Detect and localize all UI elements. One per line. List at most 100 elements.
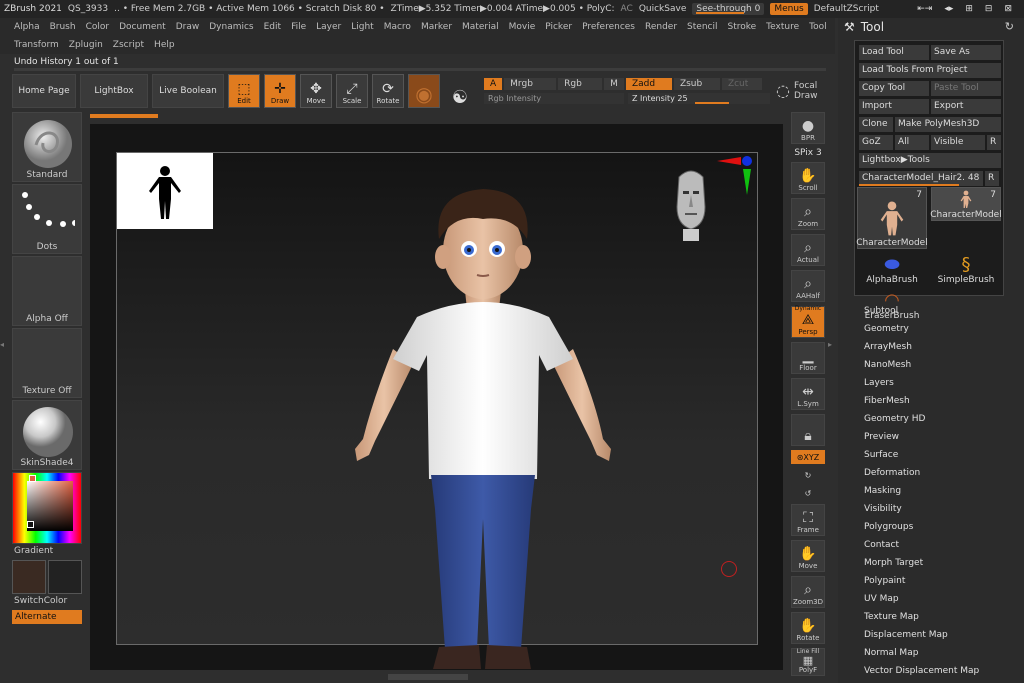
rotate-y-icon[interactable]: ↻ [791,468,825,482]
home-page-button[interactable]: Home Page [12,74,76,108]
menu-layer[interactable]: Layer [312,18,345,36]
floor-button[interactable]: ▁ Floor [791,342,825,374]
menu-tool[interactable]: Tool [805,18,830,36]
subpalette-masking[interactable]: Masking [864,482,979,500]
subpalette-subtool[interactable]: Subtool [864,302,979,320]
subpalette-nanomesh[interactable]: NanoMesh [864,356,979,374]
navigation-thumbnail[interactable] [117,153,213,229]
menu-movie[interactable]: Movie [505,18,540,36]
subpalette-fibermesh[interactable]: FiberMesh [864,392,979,410]
tool-thumb-character-model[interactable]: 7 CharacterModel [856,187,928,249]
save-as-button[interactable]: Save As [931,45,1001,60]
zadd-button[interactable]: Zadd [625,78,672,90]
menu-draw[interactable]: Draw [172,18,204,36]
document-tab[interactable] [90,114,158,118]
edit-button[interactable]: ⬚ Edit [228,74,260,108]
material-picker[interactable]: SkinShade4 [12,400,82,470]
r-button-2[interactable]: R [985,171,999,186]
menu-material[interactable]: Material [458,18,503,36]
right-tray-collapse-icon[interactable]: ▸ [828,340,832,349]
export-button[interactable]: Export [931,99,1001,114]
rotate-z-icon[interactable]: ↺ [791,486,825,500]
layout-icon[interactable]: ⊞ [965,4,973,14]
default-zscript-button[interactable]: DefaultZScript [814,4,879,14]
subpalette-displacement-map[interactable]: Displacement Map [864,626,979,644]
paste-tool-button[interactable]: Paste Tool [931,81,1001,96]
tool-thumb-alphabrush[interactable]: ⬬ AlphaBrush [857,251,927,285]
subpalette-vector-displacement-map[interactable]: Vector Displacement Map [864,662,979,680]
persp-button[interactable]: Dynamic ⟁ Persp [791,305,825,338]
rgb-intensity-slider[interactable]: Rgb Intensity [484,93,624,104]
tool-palette-title[interactable]: ⚒ Tool [844,20,884,34]
undo-history-slider[interactable] [14,68,826,71]
menu-color[interactable]: Color [82,18,114,36]
menu-help[interactable]: Help [150,36,179,54]
main-color-swatch[interactable] [12,560,46,594]
menu-stroke[interactable]: Stroke [723,18,760,36]
subpalette-morph-target[interactable]: Morph Target [864,554,979,572]
r-button[interactable]: R [987,135,1001,150]
material-swatch-button[interactable]: ◉ [408,74,440,108]
goz-button[interactable]: GoZ [859,135,893,150]
polyf-button[interactable]: Line Fill ▦ PolyF [791,648,825,676]
visible-button[interactable]: Visible [931,135,985,150]
texture-picker[interactable]: Texture Off [12,328,82,398]
lsym-button[interactable]: ⇹ L.Sym [791,378,825,410]
rotate-button[interactable]: ⟳ Rotate [372,74,404,108]
menu-zscript[interactable]: Zscript [109,36,148,54]
alternate-button[interactable]: Alternate [12,610,82,624]
menu-render[interactable]: Render [641,18,681,36]
bottom-shelf-handle[interactable] [388,674,468,680]
menu-dynamics[interactable]: Dynamics [205,18,257,36]
menu-zplugin[interactable]: Zplugin [65,36,107,54]
menu-light[interactable]: Light [347,18,377,36]
menu-brush[interactable]: Brush [46,18,80,36]
zcut-button[interactable]: Zcut [721,78,762,90]
draw-size-label[interactable]: Draw [794,91,818,101]
move-button[interactable]: ✥ Move [300,74,332,108]
subpalette-deformation[interactable]: Deformation [864,464,979,482]
subpalette-arraymesh[interactable]: ArrayMesh [864,338,979,356]
copy-tool-button[interactable]: Copy Tool [859,81,929,96]
subpalette-geometry-hd[interactable]: Geometry HD [864,410,979,428]
lightbox-tools-button[interactable]: Lightbox▶Tools [859,153,1001,168]
lock-button[interactable]: 🔒︎ [791,414,825,446]
head-navigation-icon[interactable] [673,167,709,245]
tool-thumb-character-model-2[interactable]: 7 CharacterModel [930,187,1002,221]
spix-slider[interactable]: SPix 3 [794,148,821,158]
focal-label[interactable]: Focal [794,81,818,91]
rgb-button[interactable]: Rgb [558,78,603,90]
m-button[interactable]: M [604,78,624,90]
focal-shift-icon[interactable]: ◌ [776,83,790,99]
menu-picker[interactable]: Picker [541,18,576,36]
aahalf-button[interactable]: ⌕ AAHalf [791,270,825,302]
load-tools-from-project-button[interactable]: Load Tools From Project [859,63,1001,78]
subpalette-preview[interactable]: Preview [864,428,979,446]
subpalette-geometry[interactable]: Geometry [864,320,979,338]
actual-button[interactable]: ⌕ Actual [791,234,825,266]
close-icon[interactable]: ⊠ [1004,4,1012,14]
expand-icon[interactable]: ⇤⇥ [917,4,932,14]
see-through-slider[interactable]: See-through 0 [692,3,765,15]
a-button[interactable]: A [484,78,503,90]
menu-macro[interactable]: Macro [380,18,415,36]
bpr-button[interactable]: ● BPR [791,112,825,144]
menu-document[interactable]: Document [115,18,170,36]
subpalette-polygroups[interactable]: Polygroups [864,518,979,536]
secondary-color-swatch[interactable] [48,560,82,594]
all-button[interactable]: All [895,135,929,150]
draw-button[interactable]: ✛ Draw [264,74,296,108]
subpalette-normal-map[interactable]: Normal Map [864,644,979,662]
quicksave-button[interactable]: QuickSave [639,4,687,14]
canvas-viewport[interactable] [90,124,783,670]
subpalette-texture-map[interactable]: Texture Map [864,608,979,626]
menu-file[interactable]: File [287,18,310,36]
menu-stencil[interactable]: Stencil [683,18,721,36]
brush-picker[interactable]: Standard [12,112,82,182]
live-boolean-button[interactable]: Live Boolean [152,74,224,108]
z-intensity-slider[interactable]: Z Intensity 25 [628,93,770,104]
lightbox-button[interactable]: LightBox [80,74,148,108]
subpalette-layers[interactable]: Layers [864,374,979,392]
clone-button[interactable]: Clone [859,117,893,132]
menu-preferences[interactable]: Preferences [578,18,639,36]
